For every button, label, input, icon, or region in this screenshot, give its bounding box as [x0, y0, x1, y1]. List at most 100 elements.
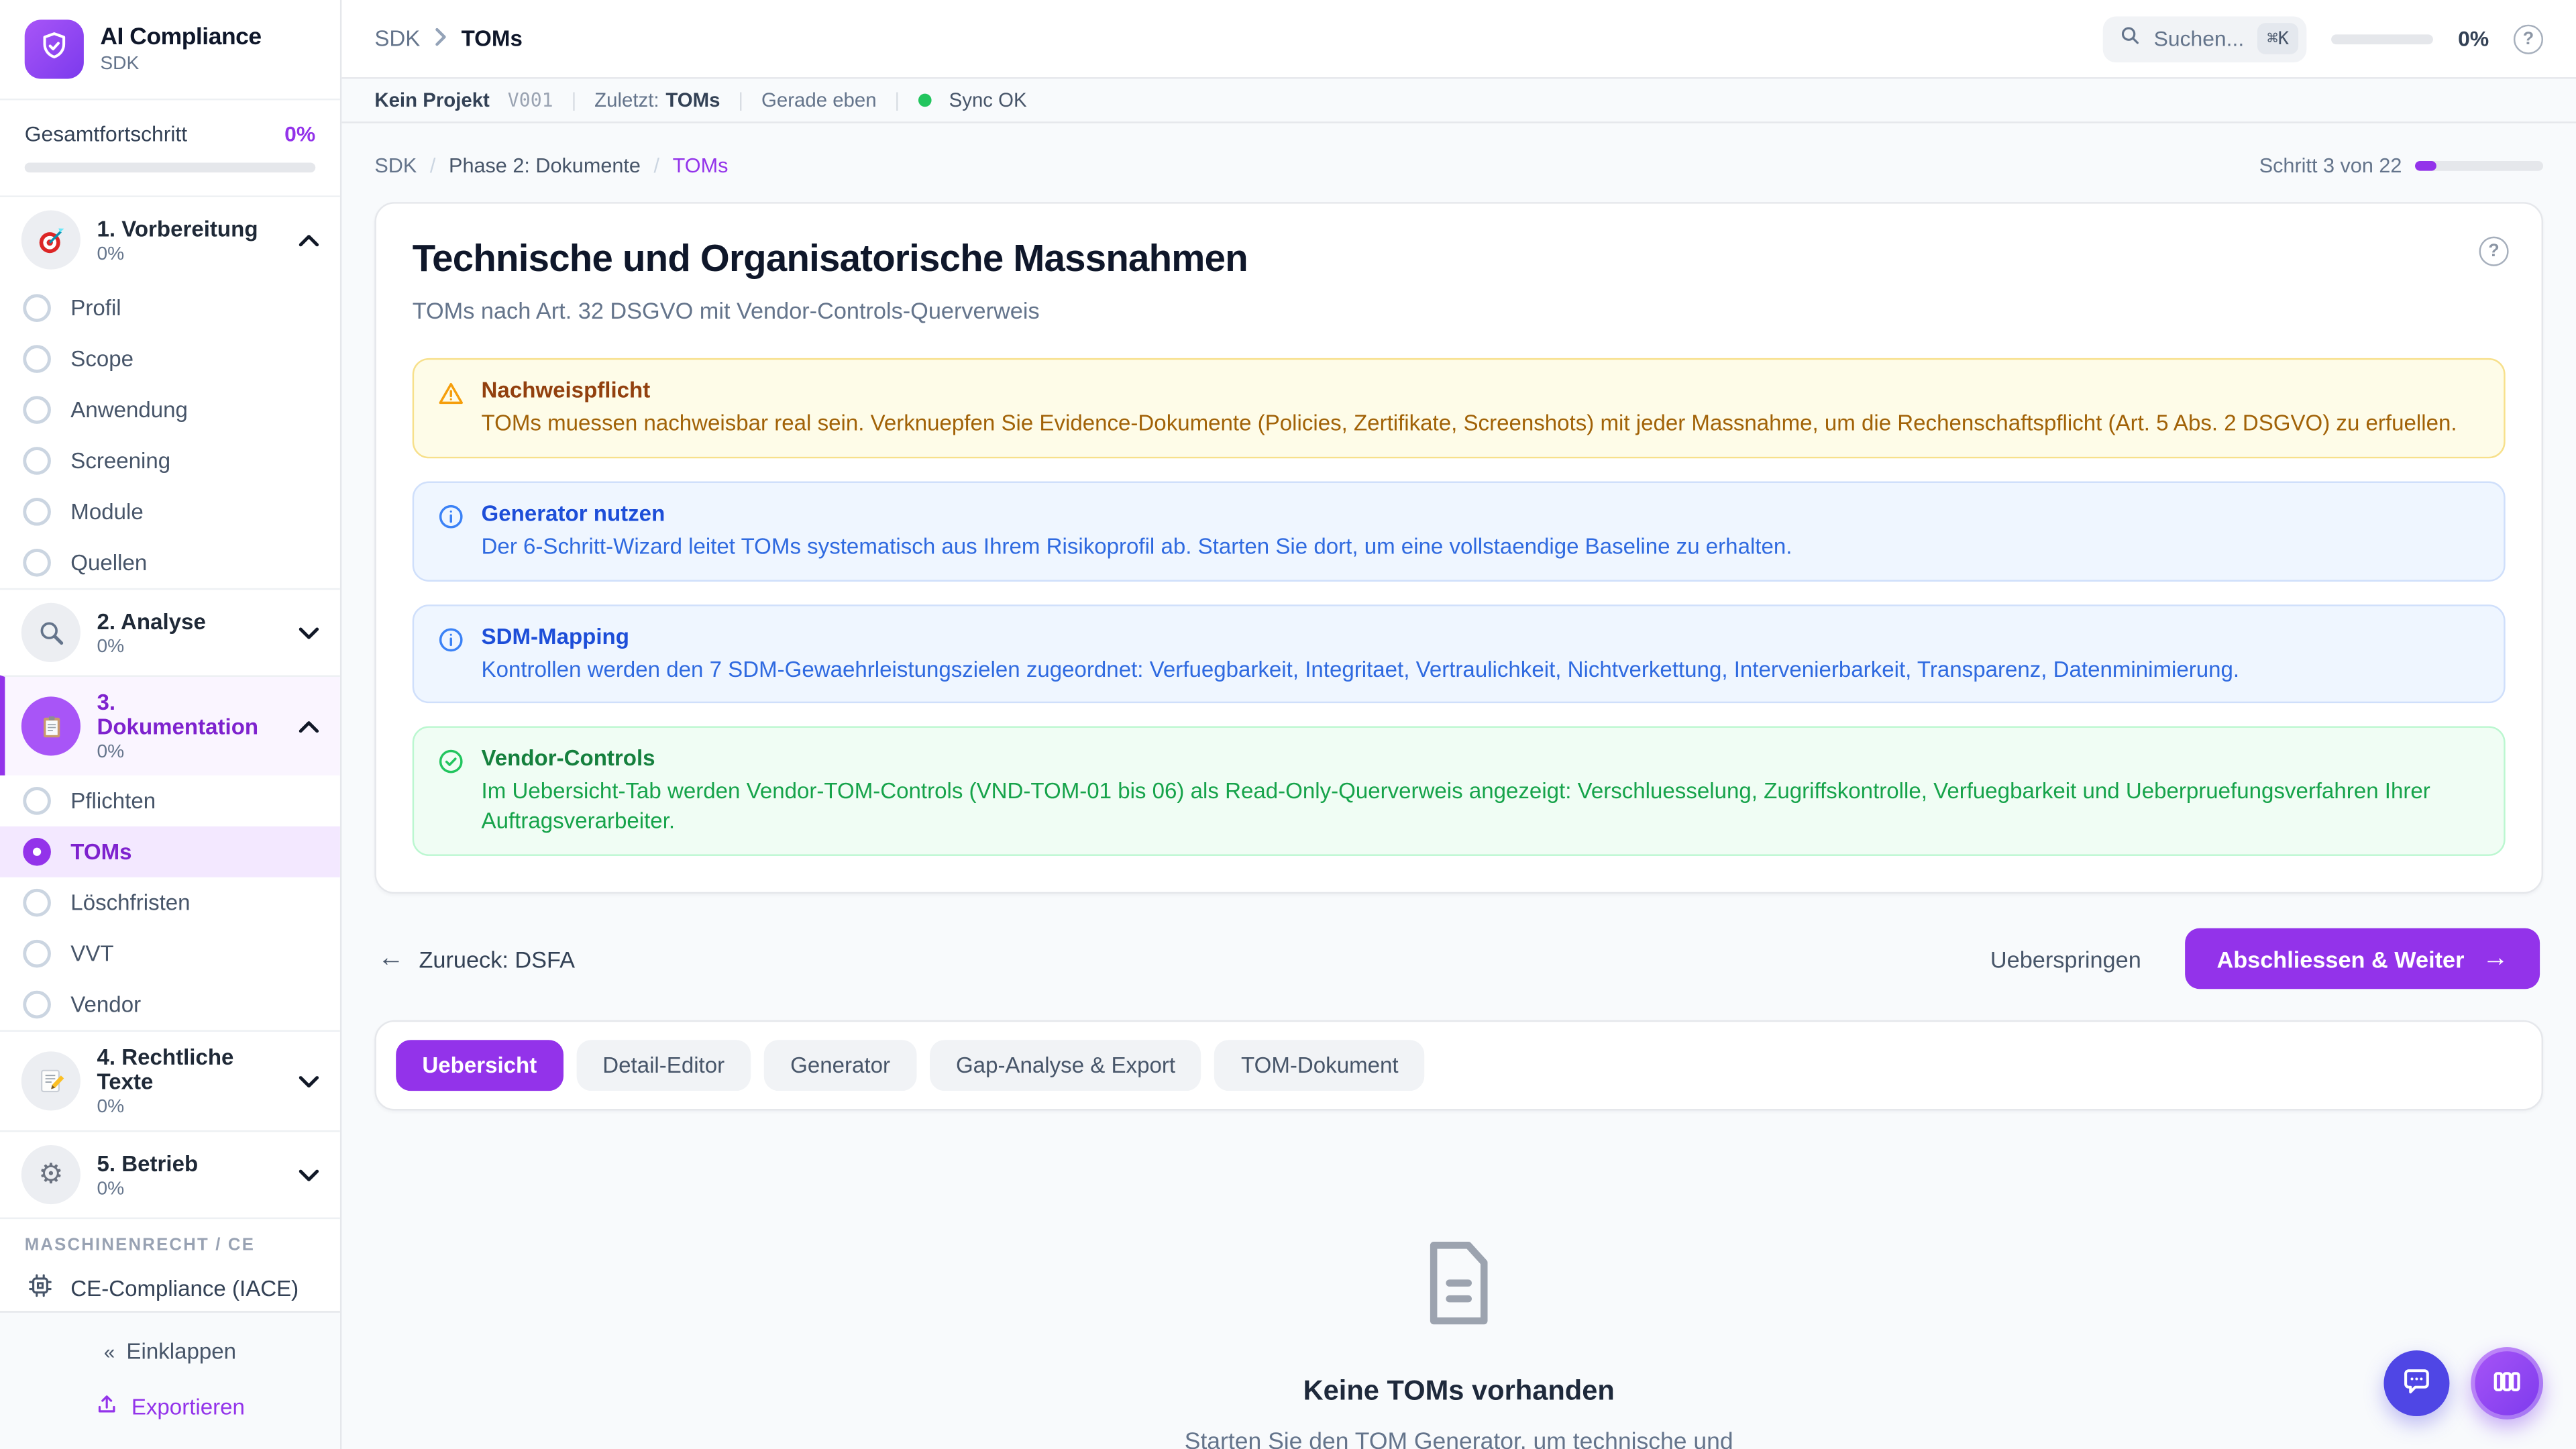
section-title: 2. Analyse [97, 608, 205, 633]
export-button[interactable]: Exportieren [78, 1382, 261, 1433]
sidebar-item-profil[interactable]: Profil [0, 282, 340, 333]
document-icon [1421, 1239, 1497, 1336]
complete-continue-button[interactable]: Abschliessen & Weiter → [2186, 928, 2540, 989]
dart-target-icon [21, 210, 80, 269]
wizard-actions: ← Zurueck: DSFA Ueberspringen Abschliess… [374, 928, 2543, 989]
ce-item-label: CE-Compliance (IACE) [70, 1276, 299, 1301]
collapse-label: Einklappen [126, 1339, 236, 1364]
radio-selected-icon [23, 838, 51, 866]
topbar-progress-bar [2332, 34, 2434, 44]
collapse-sidebar-button[interactable]: « Einklappen [87, 1328, 252, 1375]
sidebar-item-loeschfristen[interactable]: Löschfristen [0, 877, 340, 928]
page-breadcrumb-current: TOMs [673, 154, 729, 177]
search-input[interactable]: Suchen... ⌘K [2103, 15, 2307, 62]
section-percent: 0% [97, 1179, 198, 1198]
radio-icon [23, 447, 51, 475]
radio-icon [23, 889, 51, 917]
upload-icon [95, 1393, 118, 1421]
alert-nachweispflicht: Nachweispflicht TOMs muessen nachweisbar… [413, 358, 2506, 458]
sidebar-section-vorbereitung[interactable]: 1. Vorbereitung 0% [0, 197, 340, 282]
next-label: Abschliessen & Weiter [2216, 946, 2464, 972]
sidebar-footer: « Einklappen Exportieren [0, 1311, 340, 1449]
tab-detail-editor[interactable]: Detail-Editor [576, 1040, 751, 1091]
project-status: Kein Projekt [374, 89, 490, 111]
topbar-progress-value: 0% [2458, 26, 2489, 51]
search-icon [2119, 24, 2141, 54]
board-columns-fab[interactable] [2471, 1347, 2543, 1419]
step-progress-bar [2415, 161, 2543, 171]
info-circle-icon [437, 625, 465, 661]
sidebar-section-betrieb[interactable]: ⚙ 5. Betrieb 0% [0, 1130, 340, 1218]
section-percent: 0% [97, 637, 205, 656]
radio-icon [23, 787, 51, 815]
alert-title: Generator nutzen [482, 500, 1792, 525]
alert-generator-nutzen: Generator nutzen Der 6-Schritt-Wizard le… [413, 481, 2506, 581]
sidebar-item-label: Anwendung [70, 398, 188, 423]
shield-check-icon [38, 29, 70, 70]
sidebar-item-screening[interactable]: Screening [0, 435, 340, 486]
sidebar-item-ce-compliance[interactable]: CE-Compliance (IACE) [25, 1255, 315, 1311]
chat-bubble-icon [2400, 1364, 2433, 1402]
section-title: 1. Vorbereitung [97, 216, 258, 241]
back-label: Zurueck: DSFA [419, 946, 574, 972]
tab-tom-dokument[interactable]: TOM-Dokument [1215, 1040, 1425, 1091]
sidebar-section-dokumentation[interactable]: 3. Dokumentation 0% [0, 676, 340, 775]
divider: | [572, 89, 577, 111]
tab-gap-analyse-export[interactable]: Gap-Analyse & Export [930, 1040, 1201, 1091]
radio-icon [23, 345, 51, 373]
help-icon[interactable]: ? [2514, 24, 2543, 54]
sidebar-item-module[interactable]: Module [0, 486, 340, 537]
clipboard-icon [21, 696, 80, 755]
sidebar: AI Compliance SDK Gesamtfortschritt 0% 1… [0, 0, 341, 1449]
sidebar-item-label: Vendor [70, 992, 141, 1017]
chat-fab[interactable] [2383, 1350, 2449, 1416]
app-titles: AI Compliance SDK [100, 25, 261, 74]
sidebar-section-rechtliche-texte[interactable]: 4. Rechtliche Texte 0% [0, 1030, 340, 1130]
app-window: AI Compliance SDK Gesamtfortschritt 0% 1… [0, 0, 2576, 1449]
step-label: Schritt 3 von 22 [2259, 154, 2402, 177]
section-title: 3. Dokumentation [97, 690, 282, 739]
page-breadcrumb-phase[interactable]: Phase 2: Dokumente [449, 154, 641, 177]
sidebar-item-label: Scope [70, 347, 133, 372]
chip-icon [26, 1272, 54, 1305]
overall-progress-value: 0% [284, 121, 315, 146]
keyboard-shortcut-badge: ⌘K [2257, 23, 2299, 54]
alert-text: Der 6-Schritt-Wizard leitet TOMs systema… [482, 532, 1792, 561]
back-button[interactable]: ← Zurueck: DSFA [378, 944, 575, 973]
warning-triangle-icon [437, 380, 465, 416]
sidebar-nav: 1. Vorbereitung 0% Profil Scope Anwendun… [0, 197, 340, 1311]
radio-icon [23, 991, 51, 1019]
sidebar-item-toms[interactable]: TOMs [0, 826, 340, 877]
tab-generator[interactable]: Generator [764, 1040, 916, 1091]
chevron-right-icon [435, 24, 446, 54]
alert-text: Im Uebersicht-Tab werden Vendor-TOM-Cont… [482, 777, 2481, 836]
sidebar-item-quellen[interactable]: Quellen [0, 537, 340, 588]
breadcrumb-root[interactable]: SDK [374, 26, 420, 51]
sidebar-item-scope[interactable]: Scope [0, 333, 340, 384]
card-help-icon[interactable]: ? [2479, 237, 2509, 266]
sidebar-item-vvt[interactable]: VVT [0, 928, 340, 979]
skip-button[interactable]: Ueberspringen [1990, 946, 2141, 972]
sidebar-item-anwendung[interactable]: Anwendung [0, 384, 340, 435]
sidebar-section-analyse[interactable]: 2. Analyse 0% [0, 588, 340, 676]
alert-vendor-controls: Vendor-Controls Im Uebersicht-Tab werden… [413, 727, 2506, 857]
sidebar-item-label: Quellen [70, 550, 147, 575]
breadcrumb-current: TOMs [462, 26, 523, 51]
section-percent: 0% [97, 244, 258, 264]
status-bar: Kein Projekt V001 | Zuletzt:TOMs | Gerad… [341, 79, 2576, 123]
page-breadcrumb: SDK / Phase 2: Dokumente / TOMs Schritt … [374, 150, 2543, 182]
app-logo [25, 19, 84, 78]
overall-progress: Gesamtfortschritt 0% [0, 100, 340, 197]
breadcrumb: SDK TOMs [374, 24, 522, 54]
floating-buttons [2383, 1347, 2543, 1419]
overall-progress-label: Gesamtfortschritt [25, 121, 187, 146]
divider: | [738, 89, 743, 111]
alert-text: Kontrollen werden den 7 SDM-Gewaehrleist… [482, 655, 2240, 684]
page-breadcrumb-root[interactable]: SDK [374, 154, 417, 177]
arrow-left-icon: ← [378, 944, 404, 973]
step-progress: Schritt 3 von 22 [2259, 154, 2543, 177]
tab-uebersicht[interactable]: Uebersicht [396, 1040, 563, 1091]
group-label: MASCHINENRECHT / CE [25, 1236, 315, 1255]
sidebar-item-vendor[interactable]: Vendor [0, 979, 340, 1030]
sidebar-item-pflichten[interactable]: Pflichten [0, 775, 340, 826]
